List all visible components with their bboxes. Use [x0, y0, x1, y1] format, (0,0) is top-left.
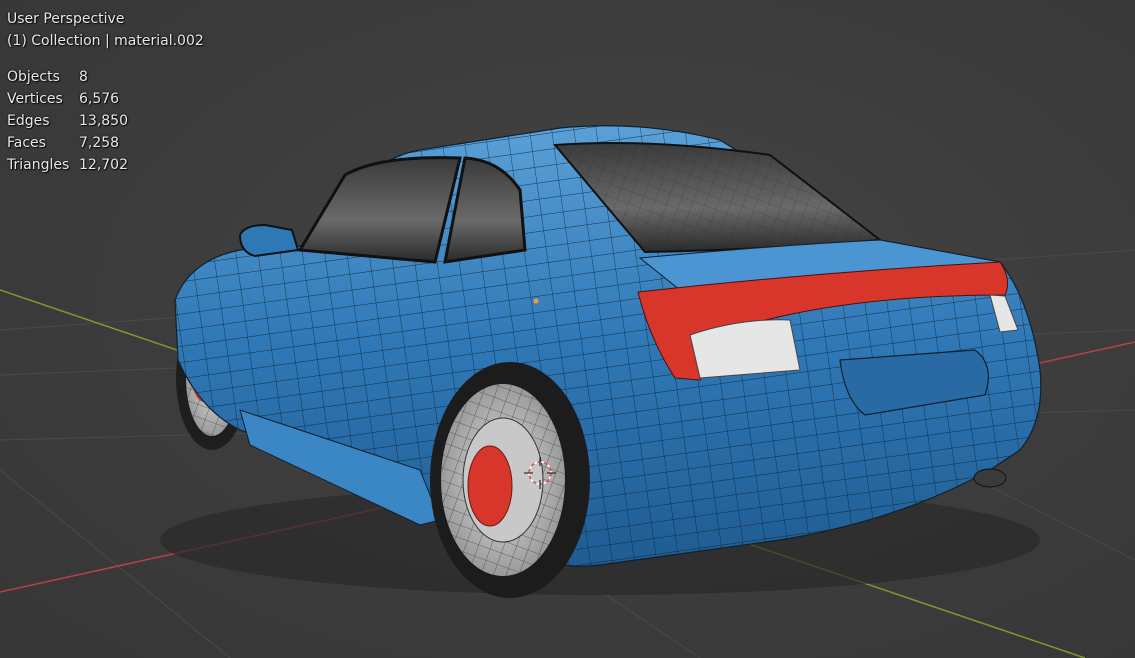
stat-label: Vertices	[7, 91, 63, 107]
stat-label: Faces	[7, 135, 46, 151]
stat-objects: Objects 8	[7, 66, 204, 88]
stat-value: 6,576	[79, 91, 120, 107]
stat-triangles: Triangles 12,702	[7, 154, 204, 176]
stat-edges: Edges 13,850	[7, 110, 204, 132]
stat-value: 13,850	[79, 113, 128, 129]
view-name: User Perspective	[7, 11, 125, 27]
stat-value: 12,702	[79, 157, 128, 173]
stat-value: 7,258	[79, 135, 120, 151]
stat-label: Edges	[7, 113, 50, 129]
collection-line: (1) Collection | material.002	[7, 33, 204, 49]
viewport-info-overlay: User Perspective (1) Collection | materi…	[7, 8, 204, 176]
stat-value: 8	[79, 69, 88, 85]
stat-vertices: Vertices 6,576	[7, 88, 204, 110]
stat-label: Objects	[7, 69, 60, 85]
rear-wheel	[430, 362, 590, 598]
stat-label: Triangles	[7, 157, 70, 173]
stat-faces: Faces 7,258	[7, 132, 204, 154]
scene-statistics: Objects 8 Vertices 6,576 Edges 13,850 Fa…	[7, 66, 204, 176]
origin-point	[533, 298, 539, 304]
3d-viewport[interactable]: User Perspective (1) Collection | materi…	[0, 0, 1135, 658]
